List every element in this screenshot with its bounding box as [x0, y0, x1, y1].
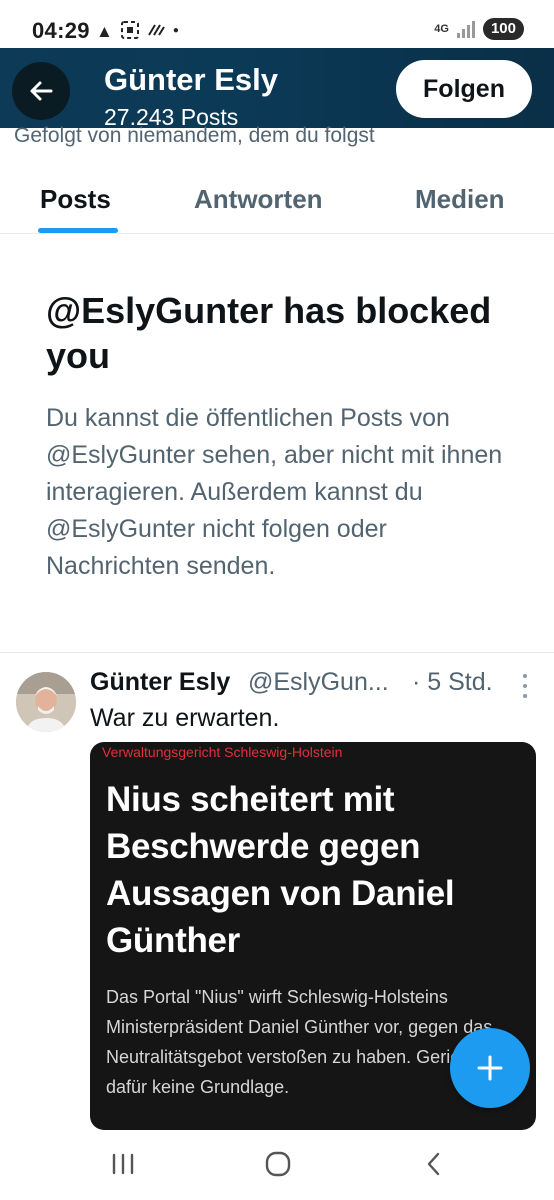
plus-icon: [477, 1055, 503, 1081]
recents-button[interactable]: [103, 1148, 143, 1180]
dot-icon: ●: [172, 25, 179, 36]
network-type: 4G: [434, 22, 449, 35]
followed-by-text: Gefolgt von niemandem, dem du folgst: [14, 124, 375, 147]
home-circle-icon: [265, 1151, 291, 1177]
tweet-text: War zu erwarten.: [90, 704, 280, 732]
arrow-left-icon: [30, 81, 53, 101]
back-button[interactable]: [12, 62, 70, 120]
avatar-portrait: [16, 672, 76, 732]
tab-media[interactable]: Medien: [415, 184, 505, 215]
blocked-title: @EslyGunter has blocked you: [46, 290, 492, 376]
screenshot-icon: [120, 20, 139, 42]
follow-button[interactable]: Folgen: [396, 60, 532, 118]
battery-indicator: 100: [482, 18, 524, 40]
data-saver-icon: [147, 23, 165, 40]
header-profile-name: Günter Esly: [104, 62, 278, 97]
profile-tabs: Posts Antworten Medien: [0, 168, 554, 234]
more-vertical-icon[interactable]: [520, 674, 530, 698]
blocked-description: Du kannst die öffentlichen Posts von @Es…: [46, 404, 503, 580]
tab-replies[interactable]: Antworten: [194, 184, 323, 215]
signal-icon: [456, 20, 475, 38]
chevron-left-icon: [427, 1152, 440, 1176]
status-notification-icons: ▲ ●: [96, 20, 179, 42]
home-button[interactable]: [258, 1148, 298, 1180]
media-kicker: Verwaltungsgericht Schleswig-Holstein: [102, 744, 343, 760]
active-tab-indicator: [38, 228, 118, 233]
status-right: 4G 100: [434, 18, 524, 40]
avatar[interactable]: [16, 672, 76, 732]
tab-posts[interactable]: Posts: [40, 184, 111, 215]
status-bar: 04:29 ▲ ● 4G 100: [0, 0, 554, 52]
system-nav-bar: [0, 1130, 554, 1200]
warning-icon: ▲: [96, 21, 113, 41]
status-time: 04:29: [32, 18, 90, 43]
media-headline: Nius scheitert mit Beschwerde gegen Auss…: [106, 780, 455, 960]
recents-icon: [112, 1153, 134, 1175]
compose-button[interactable]: [450, 1028, 530, 1108]
divider: [0, 652, 554, 653]
profile-header-bar: Günter Esly 27.243 Posts Folgen: [0, 48, 554, 128]
tweet-author-handle[interactable]: @EslyGun...: [248, 668, 389, 697]
tweet-timestamp[interactable]: · 5 Std.: [412, 668, 493, 697]
tweet-author-name[interactable]: Günter Esly: [90, 668, 230, 697]
nav-back-button[interactable]: [414, 1148, 454, 1180]
